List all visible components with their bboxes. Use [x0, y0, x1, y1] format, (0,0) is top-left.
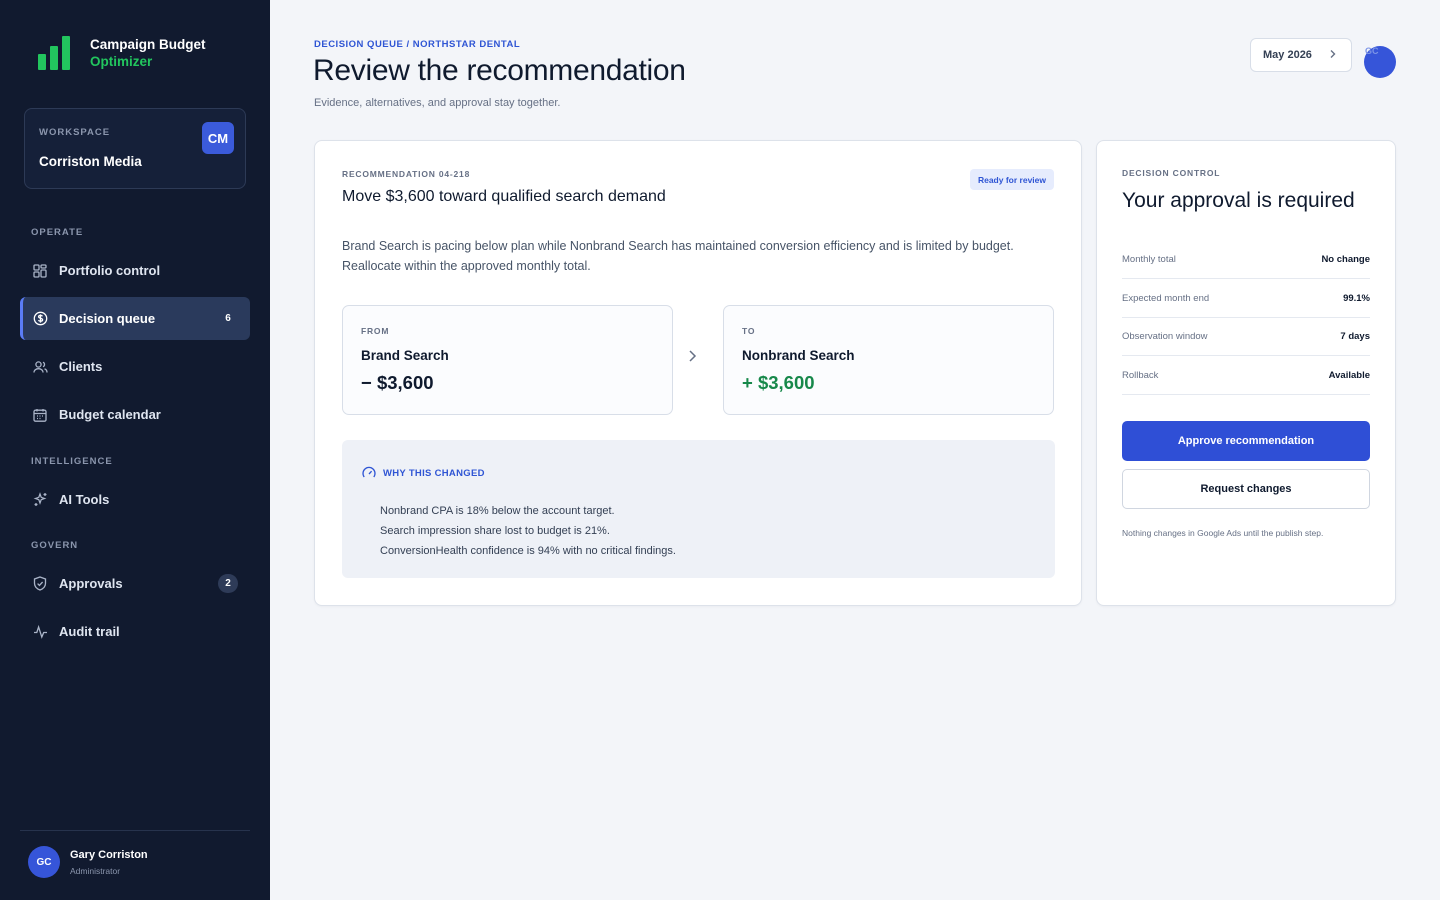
decision-title: Your approval is required — [1122, 189, 1355, 212]
gauge-icon — [362, 466, 376, 480]
sparkles-icon — [32, 492, 48, 508]
users-icon — [32, 359, 48, 375]
sidebar: Campaign Budget Optimizer WORKSPACE Corr… — [0, 0, 270, 900]
approve-recommendation-button[interactable]: Approve recommendation — [1122, 421, 1370, 461]
why-changed-heading: WHY THIS CHANGED — [362, 466, 485, 480]
sidebar-item-approvals[interactable]: Approvals 2 — [20, 562, 250, 605]
list-item: Nonbrand CPA is 18% below the account ta… — [380, 505, 615, 517]
workspace-badge: CM — [202, 122, 234, 154]
request-changes-button[interactable]: Request changes — [1122, 469, 1370, 509]
from-label: FROM — [361, 326, 390, 336]
brand-product: Optimizer — [90, 54, 153, 69]
user-avatar[interactable]: GC — [28, 846, 60, 878]
dollar-circle-icon — [32, 311, 48, 327]
section-label-govern: GOVERN — [31, 540, 79, 551]
status-badge: Ready for review — [969, 169, 1054, 190]
brand-name: Campaign Budget — [90, 37, 206, 52]
to-label: TO — [742, 326, 756, 336]
detail-row-rollback: Rollback Available — [1122, 357, 1370, 395]
from-amount: − $3,600 — [361, 372, 434, 393]
recommendation-id: RECOMMENDATION 04-218 — [342, 169, 471, 179]
sidebar-item-audit-trail[interactable]: Audit trail — [20, 610, 250, 653]
detail-row-expected-month-end: Expected month end 99.1% — [1122, 280, 1370, 318]
approvals-count-badge: 2 — [218, 574, 238, 593]
recommendation-card: RECOMMENDATION 04-218 Move $3,600 toward… — [314, 140, 1082, 606]
brand[interactable]: Campaign Budget Optimizer — [38, 36, 206, 70]
month-selector-button[interactable]: May 2026 — [1250, 38, 1352, 72]
sidebar-item-label: Approvals — [59, 576, 123, 591]
detail-key: Expected month end — [1122, 293, 1210, 304]
sidebar-item-label: Budget calendar — [59, 407, 161, 422]
decision-queue-count: 6 — [225, 313, 231, 324]
workspace-switcher[interactable]: WORKSPACE Corriston Media CM — [24, 108, 246, 189]
detail-key: Observation window — [1122, 331, 1208, 342]
from-campaign-name: Brand Search — [361, 348, 449, 363]
detail-key: Rollback — [1122, 370, 1159, 381]
detail-value: Available — [1328, 370, 1370, 381]
to-amount: + $3,600 — [742, 372, 815, 393]
sidebar-item-budget-calendar[interactable]: Budget calendar — [20, 393, 250, 436]
to-campaign-name: Nonbrand Search — [742, 348, 855, 363]
bar-chart-logo-icon — [38, 36, 72, 70]
sidebar-item-label: Audit trail — [59, 624, 120, 639]
sidebar-item-clients[interactable]: Clients — [20, 345, 250, 388]
header-avatar-initials: GC — [1365, 46, 1379, 56]
why-changed-panel: WHY THIS CHANGED Nonbrand CPA is 18% bel… — [342, 440, 1055, 578]
workspace-name: Corriston Media — [39, 154, 142, 169]
detail-row-monthly-total: Monthly total No change — [1122, 241, 1370, 279]
header-avatar[interactable]: GC — [1364, 46, 1396, 78]
to-campaign-box: TO Nonbrand Search + $3,600 — [723, 305, 1054, 415]
why-changed-list: Nonbrand CPA is 18% below the account ta… — [380, 501, 676, 561]
decision-control-label: DECISION CONTROL — [1122, 168, 1221, 178]
shield-check-icon — [32, 576, 48, 592]
recommendation-title: Move $3,600 toward qualified search dema… — [342, 188, 666, 205]
grid-icon — [32, 263, 48, 279]
detail-value: 99.1% — [1343, 293, 1370, 304]
detail-value: 7 days — [1340, 331, 1370, 342]
recommendation-description: Brand Search is pacing below plan while … — [342, 239, 1014, 273]
detail-row-observation-window: Observation window 7 days — [1122, 318, 1370, 356]
calendar-icon — [32, 407, 48, 423]
sidebar-item-decision-queue[interactable]: Decision queue 6 — [20, 297, 250, 340]
sidebar-item-label: Decision queue — [59, 311, 156, 326]
page-title: Review the recommendation — [313, 54, 686, 87]
chevron-right-icon — [1329, 49, 1337, 62]
list-item: Search impression share lost to budget i… — [380, 525, 610, 537]
detail-value: No change — [1321, 254, 1370, 265]
sidebar-item-label: AI Tools — [59, 492, 110, 507]
sidebar-divider — [20, 830, 250, 831]
decision-control-card: DECISION CONTROL Your approval is requir… — [1096, 140, 1396, 606]
user-role: Administrator — [70, 866, 121, 876]
section-label-intelligence: INTELLIGENCE — [31, 456, 113, 467]
detail-key: Monthly total — [1122, 254, 1176, 265]
user-name: Gary Corriston — [70, 849, 148, 861]
why-changed-title: WHY THIS CHANGED — [383, 467, 485, 479]
sidebar-item-portfolio-control[interactable]: Portfolio control — [20, 249, 250, 292]
section-label-operate: OPERATE — [31, 227, 84, 238]
workspace-label: WORKSPACE — [39, 127, 111, 138]
page-subtitle: Evidence, alternatives, and approval sta… — [314, 97, 561, 109]
activity-icon — [32, 624, 48, 640]
sidebar-item-label: Clients — [59, 359, 103, 374]
sidebar-item-ai-tools[interactable]: AI Tools — [20, 478, 250, 521]
from-campaign-box: FROM Brand Search − $3,600 — [342, 305, 673, 415]
list-item: ConversionHealth confidence is 94% with … — [380, 545, 676, 557]
month-label: May 2026 — [1263, 49, 1312, 61]
sidebar-item-label: Portfolio control — [59, 263, 161, 278]
publish-note: Nothing changes in Google Ads until the … — [1122, 528, 1324, 538]
chevron-right-icon — [687, 349, 701, 369]
breadcrumb[interactable]: DECISION QUEUE / NORTHSTAR DENTAL — [314, 39, 520, 50]
